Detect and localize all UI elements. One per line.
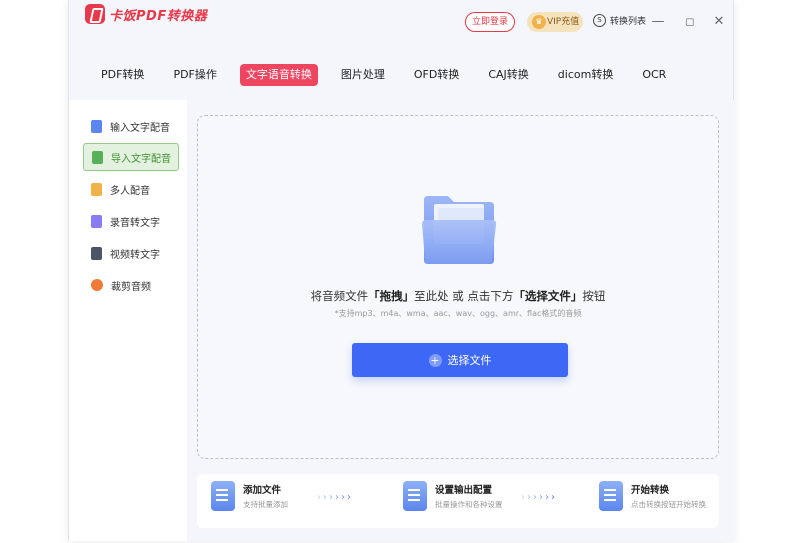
app-window: 卡饭PDF转换器 立即登录 ♛ VIP充值 S 转换列表 — ◻ ✕ PDF转换… [68,0,735,541]
step-subtitle: 支持批量添加 [243,500,288,509]
sidebar-item-label: 裁剪音频 [111,281,151,293]
step-title: 开始转换 [631,485,670,496]
multi-person-icon [91,182,102,196]
sidebar-item-audio-to-text[interactable]: 录音转文字 [83,207,179,235]
plus-icon: + [428,353,442,367]
tab-dicom-convert[interactable]: dicom转换 [552,64,620,86]
step-add-file: 添加文件 支持批量添加 [211,481,288,511]
tab-caj-convert[interactable]: CAJ转换 [482,64,534,86]
vip-label: VIP充值 [547,17,580,27]
vip-recharge-button[interactable]: ♛ VIP充值 [527,12,583,32]
sidebar-item-audio-cut[interactable]: 裁剪音频 [83,271,179,299]
main-panel: 将音频文件「拖拽」至此处 或 点击下方「选择文件」按钮 *支持mp3、m4a、w… [187,100,735,541]
audio-to-text-icon [91,214,102,228]
chevrons-right-icon: ›››››› [521,492,557,503]
app-name: 卡饭PDF转换器 [109,8,208,24]
step-title: 添加文件 [243,485,282,496]
title-bar: 卡饭PDF转换器 立即登录 ♛ VIP充值 S 转换列表 — ◻ ✕ [69,0,733,48]
sidebar-item-label: 输入文字配音 [110,122,170,134]
category-tabs: PDF转换 PDF操作 文字语音转换 图片处理 OFD转换 CAJ转换 dico… [95,64,689,86]
minimize-icon[interactable]: — [649,12,667,32]
text-to-speech-icon [91,119,102,133]
workflow-steps: 添加文件 支持批量添加 ›››››› 设置输出配置 批量操作和各种设置 ››››… [197,474,719,528]
file-drop-zone[interactable]: 将音频文件「拖拽」至此处 或 点击下方「选择文件」按钮 *支持mp3、m4a、w… [197,115,719,459]
login-button[interactable]: 立即登录 [465,12,515,32]
app-logo-icon [85,4,105,24]
sidebar: 输入文字配音 导入文字配音 多人配音 录音转文字 视频转文字 裁剪音频 [69,100,187,541]
restore-icon[interactable]: ◻ [681,12,699,32]
vip-crown-icon: ♛ [532,15,546,29]
video-to-text-icon [91,246,102,260]
settings-sliders-icon [403,481,427,511]
step-subtitle: 批量操作和各种设置 [435,500,503,509]
sidebar-item-label: 多人配音 [110,185,150,197]
sidebar-item-video-to-text[interactable]: 视频转文字 [83,239,179,267]
drop-text-pre: 将音频文件 [310,289,369,303]
app-logo: 卡饭PDF转换器 [85,4,207,24]
chevrons-right-icon: ›››››› [317,492,353,503]
drop-text-mid: 至此处 或 点击下方 [414,289,514,303]
drop-text-select: 「选择文件」 [513,289,583,303]
convert-list-label: 转换列表 [610,17,647,27]
sidebar-item-input-text-dub[interactable]: 输入文字配音 [83,112,179,140]
tab-pdf-convert[interactable]: PDF转换 [95,64,150,86]
tab-ofd-convert[interactable]: OFD转换 [408,64,465,86]
audio-cut-icon [91,279,103,291]
import-text-icon [92,150,103,164]
sidebar-item-multi-person-dub[interactable]: 多人配音 [83,175,179,203]
step-start-convert: 开始转换 点击转换按钮开始转换 [599,481,706,511]
tab-text-speech[interactable]: 文字语音转换 [239,64,318,86]
convert-list-button[interactable]: S 转换列表 [593,14,646,27]
add-file-icon [211,481,235,511]
select-file-label: 选择文件 [447,354,492,367]
drop-instruction: 将音频文件「拖拽」至此处 或 点击下方「选择文件」按钮 [198,288,718,304]
select-file-button[interactable]: + 选择文件 [352,343,568,377]
sidebar-item-import-text-dub[interactable]: 导入文字配音 [83,143,179,171]
step-title: 设置输出配置 [435,485,493,496]
step-subtitle: 点击转换按钮开始转换 [631,500,706,509]
convert-list-icon: S [593,14,606,27]
folder-icon [422,196,497,264]
step-output-settings: 设置输出配置 批量操作和各种设置 [403,481,503,511]
start-convert-icon [599,481,623,511]
sidebar-item-label: 视频转文字 [110,249,160,261]
sidebar-item-label: 导入文字配音 [111,153,171,165]
drop-text-post: 按钮 [582,289,606,303]
tab-ocr[interactable]: OCR [636,64,672,86]
supported-formats-hint: *支持mp3、m4a、wma、aac、wav、ogg、amr、flac格式的音频 [334,309,582,318]
sidebar-item-label: 录音转文字 [110,217,160,229]
tab-pdf-operate[interactable]: PDF操作 [167,64,222,86]
close-icon[interactable]: ✕ [710,12,728,32]
drop-text-drag: 「拖拽」 [368,289,415,303]
tab-image-process[interactable]: 图片处理 [335,64,391,86]
